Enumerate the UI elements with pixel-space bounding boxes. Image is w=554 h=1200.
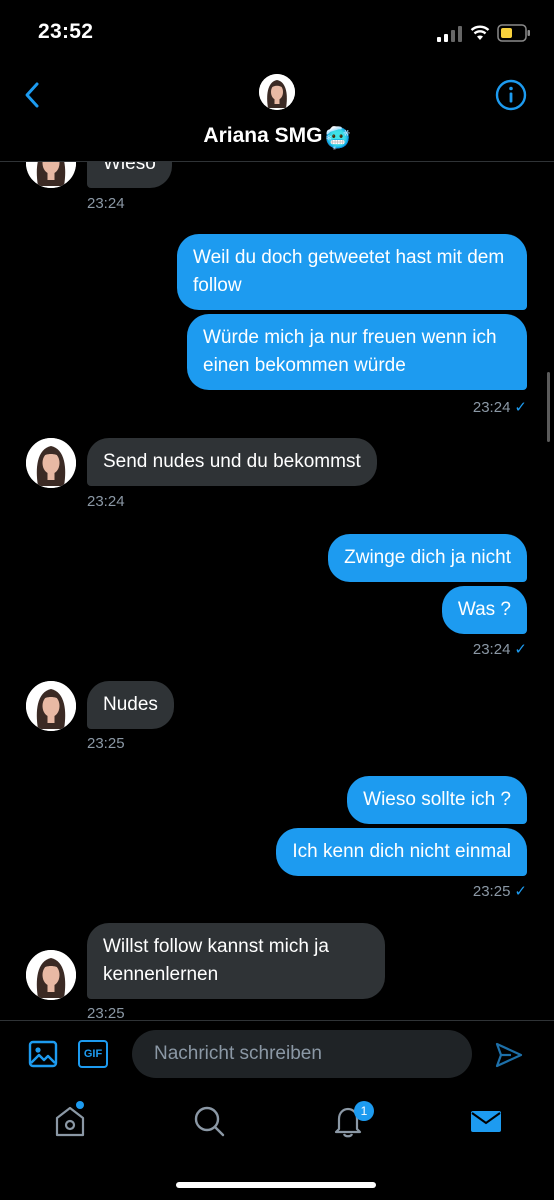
search-icon[interactable] [192,1104,226,1138]
gif-button[interactable]: GIF [78,1040,108,1068]
timestamp-text: 23:24 [472,399,511,416]
status-time: 23:52 [38,20,94,43]
message-bubble-incoming[interactable]: Wieso [87,162,172,188]
send-icon[interactable] [494,1041,524,1069]
home-indicator[interactable] [176,1182,376,1188]
message-bubble-incoming[interactable]: Nudes [87,681,174,729]
contact-name[interactable]: Ariana SMG🥶 [0,124,554,151]
back-chevron-icon[interactable] [18,78,48,112]
contact-avatar[interactable] [26,162,76,188]
contact-avatar[interactable] [26,950,76,1000]
sent-check-icon: ✓ [514,399,527,416]
avatar-illustration [26,950,76,1000]
sent-check-icon: ✓ [514,641,527,658]
message-timestamp: 23:25 ✓ [473,882,527,900]
contact-avatar[interactable] [26,681,76,731]
message-bubble-outgoing[interactable]: Wieso sollte ich ? [347,776,527,824]
wifi-icon [470,25,490,40]
home-unread-dot [76,1101,84,1109]
message-timestamp: 23:24 [87,195,125,212]
conversation-header: Ariana SMG🥶 [0,66,554,162]
timestamp-text: 23:25 [472,883,511,900]
message-bubble-outgoing[interactable]: Was ? [441,586,527,634]
home-icon[interactable] [53,1104,87,1138]
message-bubble-outgoing[interactable]: Ich kenn dich nicht einmal [276,828,527,876]
message-bubble-outgoing[interactable]: Würde mich ja nur freuen wenn ich einen … [187,314,527,390]
status-bar: 23:52 [0,0,554,66]
message-timestamp: 23:24 ✓ [473,398,527,416]
info-icon[interactable] [494,78,528,112]
avatar-illustration [26,162,76,188]
message-bubble-incoming[interactable]: Willst follow kannst mich ja kennenlerne… [87,923,385,999]
contact-avatar[interactable] [259,74,295,110]
contact-name-text: Ariana SMG [203,124,323,147]
message-timestamp: 23:24 [87,493,125,510]
timestamp-text: 23:24 [472,641,511,658]
message-composer: GIF [0,1020,554,1088]
scroll-indicator[interactable] [547,372,550,442]
message-bubble-outgoing[interactable]: Weil du doch getweetet hast mit dem foll… [177,234,527,310]
notifications-badge: 1 [354,1101,374,1121]
avatar-illustration [26,438,76,488]
bottom-navigation: 1 [0,1088,554,1200]
message-list[interactable]: Wieso 23:24 Weil du doch getweetet hast … [0,162,554,1020]
avatar-illustration [26,681,76,731]
cold-face-emoji: 🥶 [324,127,351,150]
mail-icon[interactable] [469,1104,503,1138]
image-icon[interactable] [28,1039,58,1069]
message-timestamp: 23:24 ✓ [473,640,527,658]
sent-check-icon: ✓ [514,883,527,900]
message-timestamp: 23:25 [87,1005,125,1020]
battery-icon [497,24,530,42]
avatar-illustration [259,74,295,110]
contact-avatar[interactable] [26,438,76,488]
message-bubble-incoming[interactable]: Send nudes und du bekommst [87,438,377,486]
message-timestamp: 23:25 [87,735,125,752]
message-input[interactable] [132,1030,472,1078]
cellular-signal-icon [437,26,462,42]
message-bubble-outgoing[interactable]: Zwinge dich ja nicht [328,534,527,582]
